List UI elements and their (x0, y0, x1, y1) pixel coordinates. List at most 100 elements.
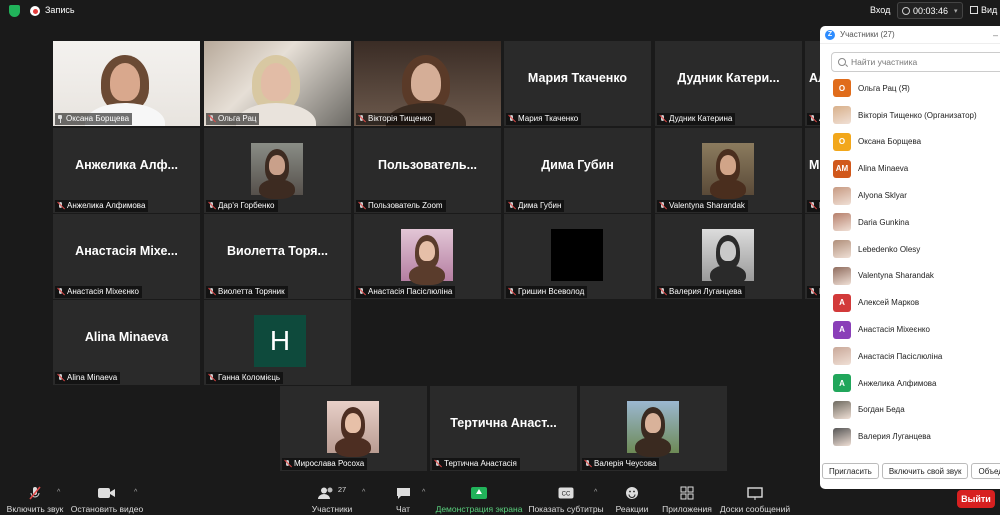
video-tile[interactable]: Гришин Всеволод (504, 214, 651, 299)
participant-row[interactable]: О Оксана Борщева (820, 129, 1000, 156)
panel-title: Участники (27) (840, 30, 895, 39)
tile-name-label: Вікторія Тищенко (356, 113, 435, 125)
video-tile[interactable]: Мамед Набиев Мамед Набиев (805, 128, 820, 213)
chat-button[interactable]: Чат (390, 481, 416, 514)
chevron-down-icon: ▾ (954, 7, 958, 15)
captions-icon: CC (558, 484, 574, 502)
search-placeholder: Найти участника (851, 57, 918, 67)
avatar (833, 213, 851, 232)
participants-button[interactable]: 27 Участники (310, 481, 354, 515)
video-tile[interactable]: Lebedenko Olesy (805, 214, 820, 299)
video-tile[interactable]: Мария Ткаченко Мария Ткаченко (504, 41, 651, 126)
video-tile[interactable]: Тертична Анаст... Тертична Анастасія (430, 386, 577, 471)
video-tile[interactable]: Виолетта Торя... Виолетта Торяник (204, 214, 351, 299)
participant-search-input[interactable]: Найти участника (831, 52, 1000, 72)
participant-row[interactable]: Daria Gunkina (820, 209, 1000, 236)
video-tile[interactable]: H Ганна Коломієць (204, 300, 351, 385)
participant-row[interactable]: Вікторія Тищенко (Организатор) (820, 102, 1000, 129)
security-shield-icon[interactable] (9, 5, 20, 17)
participant-row[interactable]: А Алексей Марков (820, 289, 1000, 316)
participant-row[interactable]: А Анастасія Міхеєнко (820, 316, 1000, 343)
captions-button[interactable]: CC Показать субтитры (528, 481, 604, 514)
video-tile[interactable]: Valentyna Sharandak (655, 128, 802, 213)
tile-name-label: Оксана Борщева (55, 113, 133, 125)
more-button[interactable]: Объед (971, 463, 1000, 479)
video-tile[interactable]: Вікторія Тищенко (354, 41, 501, 126)
view-button[interactable]: Вид (970, 5, 997, 15)
meeting-toolbar: Включить звук ^ Остановить видео ^ 27 Уч… (0, 481, 1000, 515)
avatar (833, 266, 851, 285)
participant-row[interactable]: Анастасія Пасіслюліна (820, 343, 1000, 370)
sign-in-link[interactable]: Вход (870, 5, 890, 15)
minimize-icon[interactable]: – (993, 30, 998, 40)
video-tile[interactable]: Оксана Борщева (53, 41, 200, 126)
whiteboards-button[interactable]: Доски сообщений (720, 481, 790, 514)
apps-button[interactable]: Приложения (661, 481, 713, 514)
video-tile[interactable]: Валерія Чеусова (580, 386, 727, 471)
tile-display-name: Виолетта Торя... (227, 244, 328, 258)
leave-button[interactable]: Выйти (957, 490, 995, 508)
reactions-button[interactable]: Реакции (614, 481, 650, 514)
chat-options-chevron-icon[interactable]: ^ (422, 489, 425, 496)
muted-mic-icon (508, 202, 515, 210)
whiteboard-icon (747, 484, 763, 502)
video-tile[interactable]: Ольга Рац (204, 41, 351, 126)
meeting-timer[interactable]: 00:03:46 ▾ (897, 2, 963, 19)
avatar: А (833, 320, 851, 339)
tile-name-label: Мария Ткаченко (506, 113, 582, 125)
invite-button[interactable]: Пригласить (822, 463, 879, 479)
recording-icon (30, 6, 40, 16)
share-screen-button[interactable]: Демонстрация экрана (436, 481, 522, 514)
participant-row[interactable]: Богдан Беда (820, 397, 1000, 424)
unmute-button[interactable]: Включить звук (6, 481, 64, 514)
tile-name-label: Анастасія Пасіслюліна (356, 286, 456, 298)
participant-video (702, 229, 754, 285)
video-camera-icon (98, 484, 116, 502)
participants-options-chevron-icon[interactable]: ^ (362, 489, 365, 496)
participant-row[interactable]: Alyona Sklyar (820, 182, 1000, 209)
captions-options-chevron-icon[interactable]: ^ (594, 489, 597, 496)
participant-name: Анастасія Пасіслюліна (858, 351, 943, 361)
participant-video (551, 229, 603, 281)
video-tile[interactable]: Анастасія Міхе... Анастасія Міхеєнко (53, 214, 200, 299)
video-tile[interactable]: Алексей Марков Алексей Марков (805, 41, 820, 126)
video-tile[interactable]: Анастасія Пасіслюліна (354, 214, 501, 299)
video-tile[interactable]: Пользователь... Пользователь Zoom (354, 128, 501, 213)
tile-display-name: Анжелика Алф... (75, 158, 178, 172)
tile-name-label: Валерия Луганцева (657, 286, 745, 298)
participant-row[interactable]: О Ольга Рац (Я) (820, 75, 1000, 102)
video-tile[interactable]: Дима Губин Дима Губин (504, 128, 651, 213)
pin-icon (57, 115, 63, 123)
video-tile[interactable]: Дудник Катери... Дудник Катерина (655, 41, 802, 126)
participant-video (251, 143, 303, 199)
video-options-chevron-icon[interactable]: ^ (134, 489, 137, 496)
video-tile[interactable]: Мирослава Росоха (280, 386, 427, 471)
muted-mic-icon (57, 374, 64, 382)
tile-name-label: Valentyna Sharandak (657, 200, 748, 212)
muted-mic-icon (208, 374, 215, 382)
video-tile[interactable]: Анжелика Алф... Анжелика Алфимова (53, 128, 200, 213)
muted-mic-icon (358, 115, 365, 123)
audio-options-chevron-icon[interactable]: ^ (57, 489, 60, 496)
participant-row[interactable]: AM Alina Minaeva (820, 155, 1000, 182)
tile-name-label: Дима Губин (506, 200, 565, 212)
participant-name: Оксана Борщева (858, 137, 922, 147)
unmute-self-button[interactable]: Включить свой звук (881, 463, 969, 479)
tile-name-label: Пользователь Zoom (356, 200, 446, 212)
zoom-meeting-window: Запись Вход 00:03:46 ▾ Вид Оксана Борщев… (0, 0, 1000, 515)
participant-row[interactable]: Lebedenko Olesy (820, 236, 1000, 263)
tile-name-label: Мирослава Росоха (282, 458, 368, 470)
apps-icon (680, 484, 694, 502)
video-tile[interactable]: Валерия Луганцева (655, 214, 802, 299)
participant-row[interactable]: Valentyna Sharandak (820, 263, 1000, 290)
participant-row[interactable]: А Анжелика Алфимова (820, 370, 1000, 397)
muted-mic-icon (208, 288, 215, 296)
participant-name: Богдан Беда (858, 405, 905, 415)
participant-row[interactable]: Валерия Луганцева (820, 423, 1000, 450)
video-tile[interactable]: Alina Minaeva Alina Minaeva (53, 300, 200, 385)
stop-video-button[interactable]: Остановить видео (71, 481, 143, 514)
participant-name: Alina Minaeva (858, 164, 909, 174)
tile-name-label: Виолетта Торяник (206, 286, 288, 298)
search-icon (838, 58, 846, 66)
video-tile[interactable]: Дар'я Горбенко (204, 128, 351, 213)
